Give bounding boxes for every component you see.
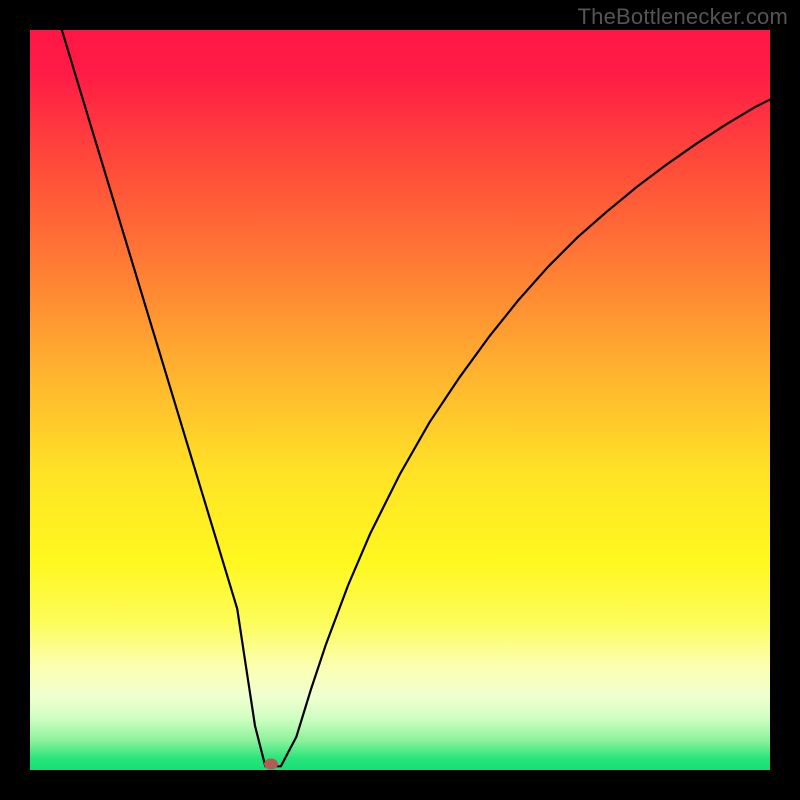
- attribution-label: TheBottlenecker.com: [578, 4, 788, 30]
- chart-frame: TheBottlenecker.com: [0, 0, 800, 800]
- minimum-marker: [264, 759, 278, 770]
- plot-area: [30, 30, 770, 770]
- curve-layer: [30, 30, 770, 770]
- bottleneck-curve: [60, 30, 770, 766]
